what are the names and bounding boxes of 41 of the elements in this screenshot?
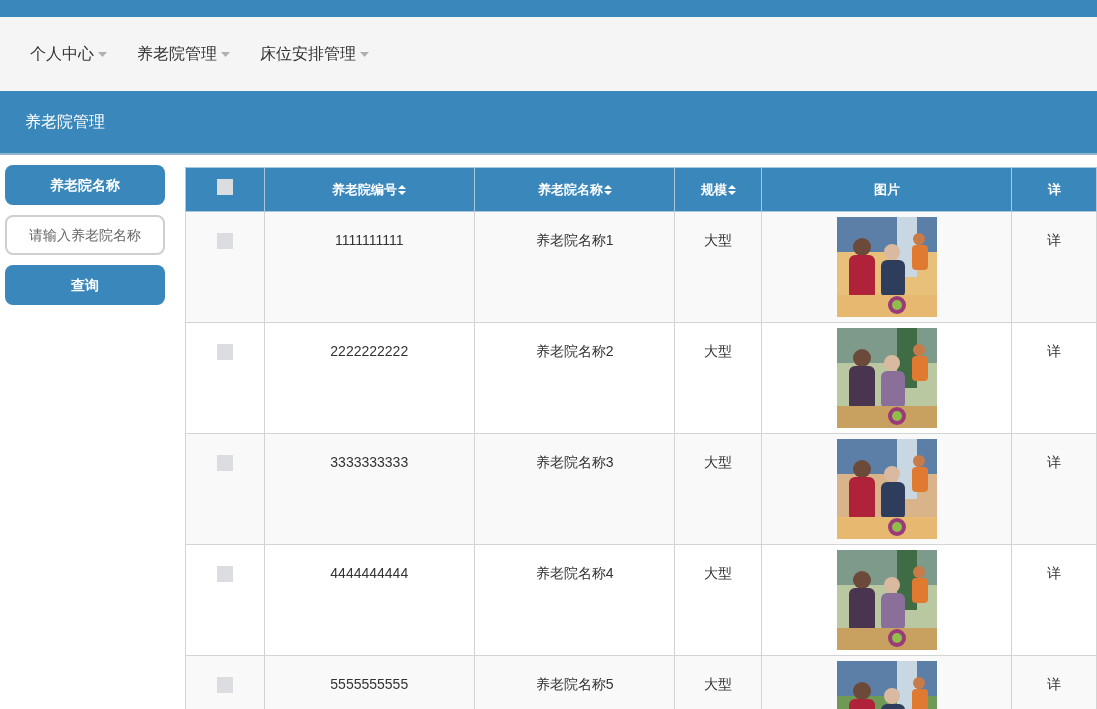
sort-icon[interactable] <box>727 184 736 195</box>
detail-link[interactable]: 详 <box>1047 454 1062 470</box>
row-checkbox[interactable] <box>216 455 233 471</box>
table-cell: 大型 <box>674 322 762 434</box>
row-checkbox[interactable] <box>216 233 233 249</box>
table-cell: 大型 <box>674 433 762 545</box>
row-checkbox[interactable] <box>216 566 233 582</box>
page-title: 养老院管理 <box>25 112 105 132</box>
table-cell: 养老院名称4 <box>474 544 675 656</box>
column-header: 详 <box>1011 167 1097 212</box>
caret-icon <box>360 51 369 57</box>
query-button[interactable]: 查询 <box>5 265 165 305</box>
column-header[interactable]: 规模 <box>674 167 762 212</box>
nav-menu-item[interactable]: 养老院管理 <box>137 42 230 66</box>
detail-link[interactable]: 详 <box>1047 232 1062 248</box>
sort-icon[interactable] <box>603 184 612 195</box>
table-cell: 大型 <box>674 211 762 323</box>
table-cell: 3333333333 <box>264 433 475 545</box>
sort-icon[interactable] <box>398 184 407 195</box>
detail-link[interactable]: 详 <box>1047 343 1062 359</box>
table-cell: 2222222222 <box>264 322 475 434</box>
table-cell: 养老院名称3 <box>474 433 675 545</box>
detail-link[interactable]: 详 <box>1047 676 1062 692</box>
column-header[interactable]: 养老院名称 <box>474 167 675 212</box>
detail-link[interactable]: 详 <box>1047 565 1062 581</box>
caret-icon <box>221 51 230 57</box>
caret-icon <box>98 51 107 57</box>
row-checkbox[interactable] <box>216 344 233 360</box>
search-label: 养老院名称 <box>5 165 165 205</box>
search-field[interactable]: 请输入养老院名称 <box>5 215 165 255</box>
table-cell: 养老院名称2 <box>474 322 675 434</box>
column-header[interactable]: 养老院编号 <box>264 167 475 212</box>
nav-menu-item[interactable]: 个人中心 <box>30 42 107 66</box>
row-checkbox[interactable] <box>216 677 233 693</box>
nav-menu-item[interactable]: 床位安排管理 <box>260 42 369 66</box>
column-header: 图片 <box>761 167 1012 212</box>
table-cell: 1111111111 <box>264 211 475 323</box>
table-cell: 大型 <box>674 544 762 656</box>
select-all-checkbox[interactable] <box>216 178 233 195</box>
table-cell: 4444444444 <box>264 544 475 656</box>
table-cell: 养老院名称1 <box>474 211 675 323</box>
